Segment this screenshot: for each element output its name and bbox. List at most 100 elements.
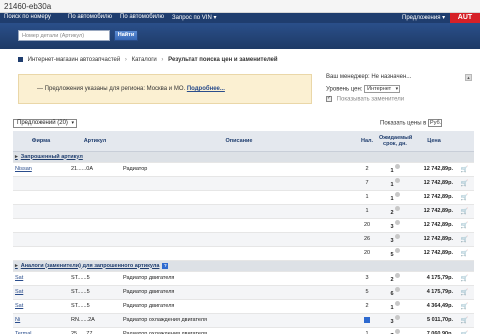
breadcrumb: Интернет-магазин автозапчастей › Каталог… [18,57,278,63]
nav-by-car[interactable]: По автомобилю [68,14,112,20]
table-row: Sat ST......5 Радиатор двигателя 2 1 4 364,49… [13,299,474,314]
add-to-cart-icon[interactable]: 🛒 [461,318,468,324]
col-article[interactable]: Артикул [69,131,121,152]
price-cell: 12 742,89р. [423,194,453,200]
part-number-input[interactable]: Номер детали (Артикул) [18,30,110,41]
collapse-arrow-icon[interactable]: ▸ [15,263,18,269]
collapse-arrow-icon[interactable]: ▸ [15,154,18,160]
add-to-cart-icon[interactable]: 🛒 [461,195,468,201]
price-cell: 4 364,49р. [426,303,453,309]
offers-select[interactable]: Предложений (20) ▾ [13,119,77,128]
price-cell: 12 742,89р. [423,166,453,172]
breadcrumb-catalogs[interactable]: Каталоги [132,57,157,63]
offers-count: Предложений (20) [17,120,68,126]
add-to-cart-icon[interactable]: 🛒 [461,223,468,229]
info-icon[interactable] [394,234,400,240]
find-button[interactable]: Найти [114,30,138,41]
add-to-cart-icon[interactable]: 🛒 [461,237,468,243]
brand-link[interactable]: Sat [15,303,23,309]
info-icon[interactable] [394,287,400,293]
table-row: Nissan 21......0A Радиатор 2 1 12 742,89р. 🛒 [13,162,474,177]
info-icon[interactable] [394,164,400,170]
currency-control: Показать цены в Руб. [380,119,443,127]
days-cell: 2 [390,209,394,216]
add-to-cart-icon[interactable]: 🛒 [461,167,468,173]
info-icon[interactable] [394,329,400,334]
add-to-cart-icon[interactable]: 🛒 [461,304,468,310]
days-cell: 3 [390,237,394,244]
url-text: 21460-eb30a [4,2,52,11]
group-title[interactable]: Запрошенный артикул [21,154,83,160]
search-bar: Номер детали (Артикул) Найти [0,23,480,49]
stock-cell: 26 [363,236,371,242]
days-cell: 1 [390,167,394,174]
info-icon[interactable] [394,248,400,254]
table-row: 1 1 12 742,89р. 🛒 [13,190,474,205]
stock-cell: 2 [365,166,369,172]
table-row: Ni RN......2A Радиатор охлаждения двигател… [13,313,474,328]
info-icon[interactable] [394,273,400,279]
col-description[interactable]: Описание [121,131,357,152]
group-header-row: ▸ Запрошенный артикул [13,151,474,163]
add-to-cart-icon[interactable]: 🛒 [461,181,468,187]
days-cell: 1 [390,181,394,188]
manager-text: Ваш менеджер: Не назначен... [326,74,412,80]
region-notice: — Предложения указаны для региона: Москв… [18,74,312,104]
help-icon[interactable]: ? [162,262,169,269]
brand-link[interactable]: Nissan [15,166,32,172]
col-brand[interactable]: Фирма [13,131,69,152]
add-to-cart-icon[interactable]: 🛒 [461,290,468,296]
table-row: 1 2 12 742,89р. 🛒 [13,204,474,219]
table-row: 26 3 12 742,89р. 🛒 [13,232,474,247]
browser-address-bar[interactable]: 21460-eb30a [0,0,480,13]
days-cell: 3 [390,223,394,230]
price-cell: 12 742,89р. [423,250,453,256]
table-row: 20 5 12 742,89р. 🛒 [13,246,474,261]
info-icon[interactable] [394,192,400,198]
brand-link[interactable]: Sat [15,289,23,295]
group-title[interactable]: Аналоги (заменители) для запрошенного ар… [21,263,160,269]
add-to-cart-icon[interactable]: 🛒 [461,209,468,215]
days-cell: 2 [390,276,394,283]
table-row: 20 3 12 742,89р. 🛒 [13,218,474,233]
stock-cell: 1 [365,194,369,200]
info-icon[interactable] [394,178,400,184]
add-to-cart-icon[interactable]: 🛒 [461,276,468,282]
scroll-up-icon[interactable]: ▲ [465,74,472,81]
currency-select[interactable]: Руб. [428,119,443,127]
description-cell: Радиатор двигателя [123,289,175,295]
add-to-cart-icon[interactable]: 🛒 [461,251,468,257]
breadcrumb-shop[interactable]: Интернет-магазин автозапчастей [28,57,121,63]
col-stock[interactable]: Нал. [357,131,377,152]
brand-link[interactable]: Sat [15,275,23,281]
price-level-select[interactable]: Интернет ▾ [364,85,401,93]
nav-search-by-number[interactable]: Поиск по номеру [4,14,51,20]
nav-offers[interactable]: Предложения ▾ [402,14,445,21]
brand-link[interactable]: Ni [15,317,20,323]
results-table: Фирма Артикул Описание Нал. Ожидаемый ср… [13,131,474,334]
nav-by-car-2[interactable]: По автомобилю [120,14,164,20]
info-icon[interactable] [394,206,400,212]
article-cell: ST......5 [71,289,90,295]
side-panel: Ваш менеджер: Не назначен... ▲ Уровень ц… [326,74,472,107]
table-row: Sat ST......5 Радиатор двигателя 3 2 4 175,79… [13,271,474,286]
table-header-row: Фирма Артикул Описание Нал. Ожидаемый ср… [13,131,474,152]
price-cell: 12 742,89р. [423,180,453,186]
info-icon[interactable] [394,315,400,321]
breadcrumb-current: Результат поиска цен и заменителей [168,57,278,64]
chevron-down-icon: ▾ [71,120,74,126]
nav-vin-request[interactable]: Запрос по VIN ▾ [172,14,216,21]
days-cell: 5 [390,251,394,258]
article-cell: RN......2A [71,317,95,323]
table-row: 7 1 12 742,89р. 🛒 [13,176,474,191]
notice-more-link[interactable]: Подробнее... [187,86,225,92]
days-cell: 3 [390,318,394,325]
days-cell: 1 [390,304,394,311]
col-price[interactable]: Цена [413,131,455,152]
col-days[interactable]: Ожидаемый срок, дн. [377,131,413,152]
show-replacements-checkbox[interactable] [326,96,332,102]
info-icon[interactable] [394,301,400,307]
stock-checkbox[interactable] [364,316,370,323]
price-cell: 12 742,89р. [423,208,453,214]
info-icon[interactable] [394,220,400,226]
